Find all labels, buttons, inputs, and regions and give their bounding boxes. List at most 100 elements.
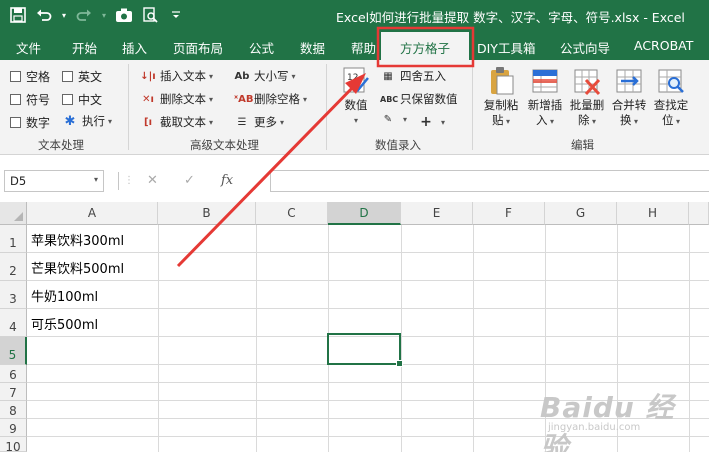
- checkbox-label: 数字: [26, 116, 51, 130]
- name-box[interactable]: D5 ▾: [4, 170, 104, 192]
- row-header-2[interactable]: 2: [0, 253, 27, 281]
- more-button[interactable]: ☰ 更多 ▾: [234, 114, 285, 130]
- find-locate-label-line2: 位: [661, 113, 674, 127]
- column-header-h[interactable]: H: [617, 202, 689, 225]
- tab-file[interactable]: 文件: [16, 38, 41, 57]
- row-header-9[interactable]: 9: [0, 419, 27, 437]
- tab-formulas[interactable]: 公式: [249, 38, 274, 57]
- checkbox-box: [10, 94, 21, 105]
- tab-acrobat[interactable]: ACROBAT: [634, 38, 693, 53]
- tab-diy-toolbox[interactable]: DIY工具箱: [477, 38, 535, 57]
- checkbox-space[interactable]: 空格: [10, 68, 50, 85]
- add-button[interactable]: + ▾: [418, 114, 445, 130]
- chevron-down-icon: ▾: [631, 117, 639, 126]
- enter-icon[interactable]: ✓: [184, 173, 195, 188]
- column-header-partial[interactable]: [689, 202, 709, 225]
- group-label-text-processing: 文本处理: [38, 138, 84, 152]
- save-icon[interactable]: [8, 4, 28, 26]
- merge-convert-label-line1: 合并转: [611, 98, 647, 112]
- select-all-corner[interactable]: [0, 202, 27, 225]
- chevron-down-icon: ▾: [209, 117, 214, 127]
- selected-cell-d5[interactable]: [327, 333, 403, 367]
- tab-help[interactable]: 帮助: [351, 38, 376, 57]
- row-header-7[interactable]: 7: [0, 383, 27, 401]
- chevron-down-icon: ▾: [353, 116, 358, 125]
- redo-icon[interactable]: [74, 4, 94, 26]
- cell-a4[interactable]: 可乐500ml: [31, 314, 98, 333]
- find-locate-icon: [657, 66, 685, 96]
- customize-qat-icon[interactable]: [166, 4, 186, 26]
- tab-insert[interactable]: 插入: [122, 38, 147, 57]
- copy-paste-label-line2: 贴: [491, 113, 504, 127]
- numeric-button[interactable]: 12 数值 ▾: [338, 66, 374, 128]
- cancel-icon[interactable]: ✕: [147, 173, 158, 188]
- group-label-edit: 编辑: [571, 138, 594, 152]
- round-button[interactable]: ▦ 四舍五入: [380, 68, 446, 84]
- formula-bar: D5 ▾ ⋮ ✕ ✓ fx: [0, 156, 709, 202]
- case-label: 大小写: [254, 69, 289, 83]
- row-header-5[interactable]: 5: [0, 337, 27, 365]
- grip-icon: ⋮: [124, 175, 134, 186]
- merge-convert-button[interactable]: 合并转 换 ▾: [608, 66, 650, 129]
- cell-a2[interactable]: 芒果饮料500ml: [31, 258, 124, 277]
- checkbox-english[interactable]: 英文: [62, 68, 102, 85]
- cell-a1[interactable]: 苹果饮料300ml: [31, 230, 124, 249]
- column-header-d[interactable]: D: [328, 202, 401, 225]
- extract-text-button[interactable]: [ı 截取文本 ▾: [140, 114, 213, 130]
- title-bar: ▾ ▾ Excel如何进行批量提取 数字、汉字、字母、符号.xlsx - Exc…: [0, 0, 709, 32]
- undo-dropdown-icon[interactable]: ▾: [60, 4, 68, 26]
- tab-formula-wizard[interactable]: 公式向导: [560, 38, 610, 57]
- insert-function-icon[interactable]: fx: [221, 173, 233, 188]
- insert-text-button[interactable]: ↓|ı 插入文本 ▾: [140, 68, 213, 84]
- checkbox-number[interactable]: 数字: [10, 114, 50, 131]
- name-box-value: D5: [10, 174, 27, 188]
- checkbox-symbol[interactable]: 符号: [10, 91, 50, 108]
- undo-icon[interactable]: [34, 4, 54, 26]
- batch-delete-label-line1: 批量删: [569, 98, 605, 112]
- column-header-g[interactable]: G: [545, 202, 617, 225]
- column-header-e[interactable]: E: [401, 202, 473, 225]
- delete-text-label: 删除文本: [160, 92, 206, 106]
- insert-rows-icon: [531, 66, 559, 96]
- row-header-8[interactable]: 8: [0, 401, 27, 419]
- edit-list-button[interactable]: ✎ ▾: [380, 114, 407, 125]
- extract-text-label: 截取文本: [160, 115, 206, 129]
- column-header-f[interactable]: F: [473, 202, 545, 225]
- formula-input[interactable]: [270, 170, 709, 192]
- print-preview-icon[interactable]: [140, 4, 160, 26]
- column-header-a[interactable]: A: [27, 202, 158, 225]
- checkbox-label: 英文: [78, 70, 103, 84]
- tab-page-layout[interactable]: 页面布局: [173, 38, 223, 57]
- find-locate-button[interactable]: 查找定 位 ▾: [650, 66, 692, 129]
- tab-fangfangezi[interactable]: 方方格子: [381, 32, 469, 60]
- ribbon: 空格 英文 符号 中文 数字 ✱ 执行 ▾ 文本处理 ↓|ı 插入文本 ▾ ✕ı…: [0, 60, 709, 155]
- cell-a3[interactable]: 牛奶100ml: [31, 286, 98, 305]
- batch-delete-button[interactable]: 批量删 除 ▾: [566, 66, 608, 129]
- row-header-3[interactable]: 3: [0, 281, 27, 309]
- execute-label: 执行: [82, 114, 105, 128]
- column-header-b[interactable]: B: [158, 202, 256, 225]
- checkbox-chinese[interactable]: 中文: [62, 91, 102, 108]
- case-button[interactable]: Ab 大小写 ▾: [234, 68, 296, 84]
- column-header-c[interactable]: C: [256, 202, 328, 225]
- remove-spaces-button[interactable]: ˣAB 删除空格 ▾: [234, 91, 307, 107]
- execute-button[interactable]: ✱ 执行 ▾: [62, 113, 112, 129]
- copy-paste-button[interactable]: 复制粘 贴 ▾: [480, 66, 522, 129]
- row-header-10[interactable]: 10: [0, 437, 27, 452]
- delete-text-button[interactable]: ✕ı 删除文本 ▾: [140, 91, 213, 107]
- row-header-4[interactable]: 4: [0, 309, 27, 337]
- chevron-down-icon: ▾: [589, 117, 597, 126]
- copy-paste-label-line1: 复制粘: [483, 98, 519, 112]
- group-label-advanced-text: 高级文本处理: [190, 138, 259, 152]
- insert-new-button[interactable]: 新增插 入 ▾: [524, 66, 566, 129]
- keep-values-button[interactable]: ABC 只保留数值: [380, 91, 458, 107]
- redo-dropdown-icon[interactable]: ▾: [100, 4, 108, 26]
- group-label-data-entry: 数值录入: [375, 138, 421, 152]
- tab-home[interactable]: 开始: [72, 38, 97, 57]
- camera-icon[interactable]: [114, 4, 134, 26]
- row-header-1[interactable]: 1: [0, 225, 27, 253]
- tab-data[interactable]: 数据: [300, 38, 325, 57]
- chevron-down-icon: ▾: [403, 115, 408, 124]
- row-header-6[interactable]: 6: [0, 365, 27, 383]
- numeric-icon: 12: [342, 66, 370, 96]
